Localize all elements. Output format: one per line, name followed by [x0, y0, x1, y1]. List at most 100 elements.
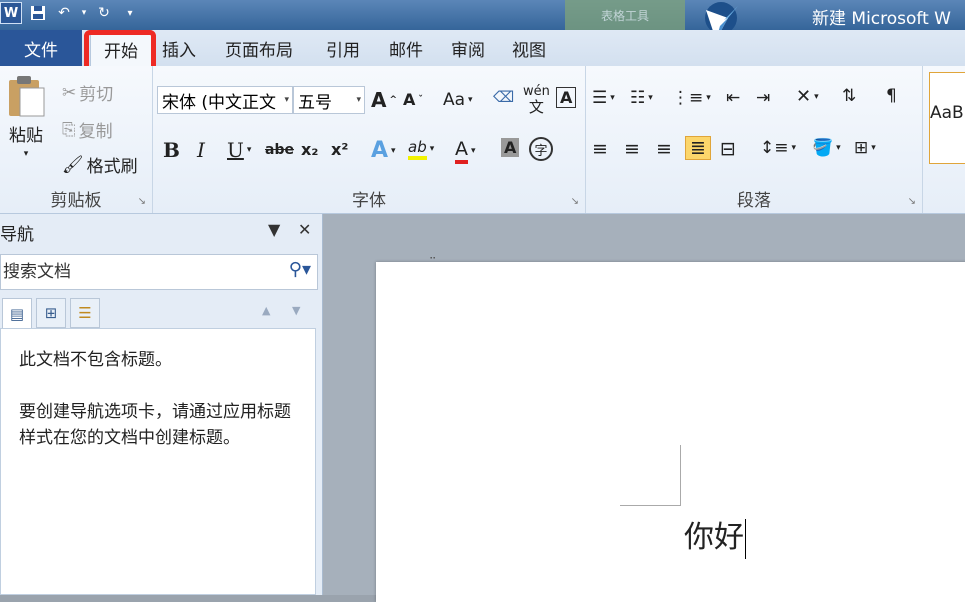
- chevron-down-icon: ▾: [391, 145, 396, 156]
- underline-label: U: [227, 138, 244, 162]
- next-heading-icon[interactable]: ▼: [292, 304, 300, 317]
- enclose-char-label: 字: [529, 137, 553, 161]
- font-name-value: 宋体 (中文正文: [162, 92, 277, 113]
- chinese-layout-button[interactable]: ✕ ▾: [796, 86, 819, 107]
- tab-page-layout[interactable]: 页面布局: [225, 30, 293, 66]
- change-case-button[interactable]: Aa ▾: [443, 90, 473, 110]
- tab-insert[interactable]: 插入: [162, 30, 196, 66]
- no-headings-message: 此文档不包含标题。: [19, 350, 172, 370]
- word-app-icon[interactable]: W: [0, 2, 22, 24]
- numbering-button[interactable]: ☷ ▾: [630, 88, 653, 108]
- bullets-button[interactable]: ☰ ▾: [592, 88, 615, 108]
- margin-corner-mark: [620, 445, 681, 506]
- undo-icon[interactable]: ↶: [54, 3, 74, 23]
- tab-review[interactable]: 审阅: [451, 30, 485, 66]
- chevron-down-icon[interactable]: ▾: [356, 95, 361, 105]
- dropdown-arrow-icon[interactable]: ▾: [80, 3, 88, 23]
- phonetic-guide-button[interactable]: wén 文: [523, 85, 550, 115]
- tab-references[interactable]: 引用: [326, 30, 360, 66]
- bold-button[interactable]: B: [163, 138, 180, 162]
- align-center-button[interactable]: ≡: [624, 138, 640, 160]
- tab-headings-icon[interactable]: ▤: [2, 298, 32, 328]
- highlight-button[interactable]: ab ▾: [408, 138, 434, 160]
- caret-down-icon: ˇ: [418, 94, 423, 105]
- previous-heading-icon[interactable]: ▲: [262, 304, 270, 317]
- close-icon[interactable]: ✕: [298, 220, 311, 239]
- redo-icon[interactable]: ↻: [94, 3, 114, 23]
- document-text-content: 你好: [684, 520, 744, 555]
- copy-icon: ⎘: [62, 119, 76, 140]
- copy-button[interactable]: ⎘ 复制: [62, 117, 113, 143]
- chevron-down-icon[interactable]: ▾: [284, 95, 289, 105]
- enclose-char-button[interactable]: 字: [529, 137, 553, 161]
- borders-button[interactable]: ⊞ ▾: [854, 138, 876, 158]
- window-title: 新建 Microsoft W: [812, 9, 951, 29]
- shading-button[interactable]: 🪣 ▾: [812, 138, 841, 158]
- tab-results-icon[interactable]: ☰: [70, 298, 100, 328]
- tab-pages-icon[interactable]: ⊞: [36, 298, 66, 328]
- title-bar: W ↶ ▾ ↻ ▾ 表格工具 新建 Microsoft W: [0, 0, 965, 40]
- cut-button[interactable]: ✂ 剪切: [62, 80, 113, 106]
- format-painter-button[interactable]: 🖌 格式刷: [62, 152, 138, 178]
- char-shading-button[interactable]: A: [501, 138, 520, 157]
- line-spacing-button[interactable]: ↕≡ ▾: [760, 138, 796, 158]
- sort-icon: ⇅: [842, 86, 857, 106]
- highlight-label: ab: [408, 138, 427, 160]
- sort-button[interactable]: ⇅: [842, 86, 856, 106]
- document-text[interactable]: 你好: [684, 512, 746, 559]
- font-size-value: 五号: [298, 92, 332, 113]
- dialog-launcher-icon[interactable]: ↘: [571, 196, 579, 207]
- dialog-launcher-icon[interactable]: ↘: [908, 196, 916, 207]
- grow-font-button[interactable]: A ^: [371, 88, 397, 112]
- char-border-button[interactable]: A: [556, 87, 577, 108]
- paste-dropdown-icon[interactable]: ▾: [24, 149, 29, 159]
- tab-view[interactable]: 视图: [512, 30, 546, 66]
- chinese-layout-icon: ✕: [796, 86, 812, 107]
- justify-icon: ≣: [690, 137, 706, 159]
- customize-icon[interactable]: ▾: [120, 3, 140, 23]
- document-page[interactable]: 你好: [376, 262, 965, 602]
- char-shading-label: A: [501, 138, 520, 157]
- font-name-combo[interactable]: 宋体 (中文正文 ▾: [157, 86, 293, 114]
- increase-indent-button[interactable]: ⇥: [756, 88, 770, 108]
- italic-button[interactable]: I: [197, 138, 205, 162]
- decrease-indent-icon: ⇤: [726, 88, 741, 108]
- style-gallery-item[interactable]: AaB: [929, 72, 965, 164]
- font-group: 宋体 (中文正文 ▾ 五号 ▾ A ^ Aˇ Aa ▾ ⌫ wén 文 A B I U…: [153, 66, 586, 213]
- align-right-button[interactable]: ≡: [656, 138, 672, 160]
- clipboard-group-label: 剪贴板: [50, 191, 102, 211]
- subscript-button[interactable]: x₂: [301, 140, 318, 159]
- text-effect-button[interactable]: A ▾: [371, 138, 396, 163]
- navigation-view-tabs: ▤ ⊞ ☰ ▲ ▼: [0, 298, 318, 328]
- chevron-down-icon: ▾: [706, 93, 711, 103]
- save-icon[interactable]: [28, 3, 48, 23]
- paste-button[interactable]: 粘贴 ▾: [6, 74, 46, 159]
- distributed-icon: ⊟: [720, 138, 736, 160]
- pane-menu-icon[interactable]: ▼: [268, 220, 280, 239]
- strikethrough-button[interactable]: abe: [265, 142, 294, 158]
- multilevel-list-icon: ⋮≡: [672, 88, 704, 108]
- format-painter-label: 格式刷: [86, 157, 138, 177]
- paste-label: 粘贴: [9, 126, 43, 146]
- distributed-button[interactable]: ⊟: [720, 138, 736, 160]
- clear-formatting-button[interactable]: ⌫: [493, 88, 514, 106]
- justify-button[interactable]: ≣: [685, 136, 711, 160]
- decrease-indent-button[interactable]: ⇤: [726, 88, 740, 108]
- navigation-pane-title: 导航: [0, 225, 34, 245]
- tab-mailings[interactable]: 邮件: [389, 30, 423, 66]
- multilevel-list-button[interactable]: ⋮≡ ▾: [672, 88, 711, 108]
- superscript-button[interactable]: x²: [331, 140, 348, 159]
- font-size-combo[interactable]: 五号 ▾: [293, 86, 365, 114]
- underline-button[interactable]: U ▾: [227, 138, 251, 162]
- border-icon: ⊞: [854, 138, 869, 158]
- align-left-button[interactable]: ≡: [592, 138, 608, 160]
- shrink-font-button[interactable]: Aˇ: [403, 90, 423, 109]
- text-effect-label: A: [371, 138, 389, 163]
- font-color-button[interactable]: A ▾: [455, 138, 476, 164]
- dialog-launcher-icon[interactable]: ↘: [138, 196, 146, 207]
- show-marks-button[interactable]: ¶: [886, 86, 897, 106]
- context-tab-table-tools[interactable]: 表格工具: [565, 0, 685, 30]
- search-input[interactable]: [1, 255, 265, 289]
- tab-file[interactable]: 文件: [0, 30, 82, 66]
- search-icon[interactable]: ⚲▾: [289, 259, 311, 280]
